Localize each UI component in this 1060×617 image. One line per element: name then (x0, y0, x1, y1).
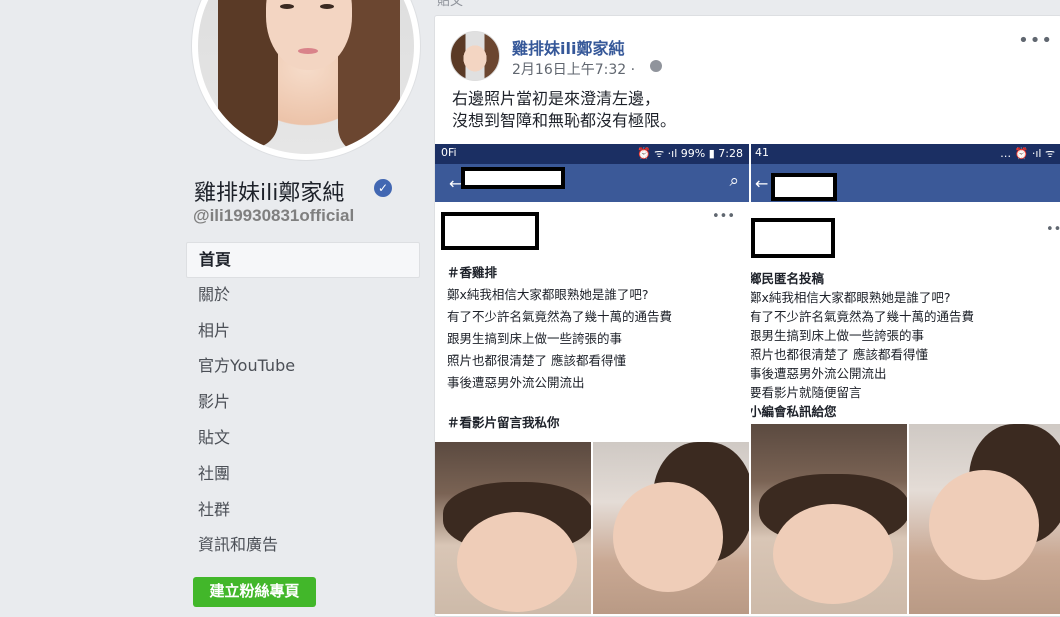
leaked-photo-left (435, 442, 591, 614)
screenshot-line: ＃香雞排 (447, 265, 498, 280)
screenshot-line: 鄭x純我相信大家都眼熟她是誰了吧? (751, 290, 951, 305)
status-bar-right-text: ⏰ ᯤ ·ıl 99% ▮ 7:28 (636, 147, 743, 160)
screenshot-line: 跟男生搞到床上做一些誇張的事 (751, 328, 925, 343)
screenshot-line: 有了不少許名氣竟然為了幾十萬的通告費 (751, 309, 975, 324)
nav-item-about[interactable]: 關於 (186, 278, 420, 314)
screenshot-line: 事後遭惡男外流公開流出 (751, 366, 887, 381)
photo-face (457, 512, 577, 612)
screenshot-line: 鄉民匿名投稿 (751, 271, 825, 286)
post-author-name[interactable]: 雞排妹ili鄭家純 (512, 35, 624, 59)
screenshot-line: 跟男生搞到床上做一些誇張的事 (447, 331, 623, 346)
leaked-photo-right (909, 424, 1060, 614)
post-text: 右邊照片當初是來澄清左邊， 沒想到智障和無恥都沒有極限。 (452, 89, 677, 130)
page-nav: 首頁 關於 相片 官方YouTube 影片 貼文 社團 社群 資訊和廣告 (186, 242, 420, 564)
back-arrow-icon: ← (755, 174, 769, 193)
profile-photo-lips (298, 48, 318, 54)
profile-picture[interactable] (192, 0, 420, 160)
screenshot-line: 照片也都很清楚了 應該都看得懂 (751, 347, 928, 362)
leaked-photo-right (593, 442, 749, 614)
screenshot-line: 小編會私訊給您 (751, 404, 837, 419)
post-options-icon[interactable]: ••• (1018, 30, 1053, 51)
screenshot-line: 事後遭惡男外流公開流出 (447, 375, 585, 390)
phone-status-bar: 0Fi ⏰ ᯤ ·ıl 99% ▮ 7:28 (435, 144, 749, 164)
nav-item-posts[interactable]: 貼文 (186, 421, 420, 457)
post-image-right[interactable]: 41 … ⏰ ·ıl ᯤ ← ••• 鄉民匿名投稿 鄭x純我相信大家都眼熟她是誰… (751, 144, 1060, 614)
page-name[interactable]: 雞排妹ili鄭家純 (194, 175, 344, 207)
nav-item-photos[interactable]: 相片 (186, 314, 420, 350)
redaction-box (461, 167, 565, 189)
screenshot-line: ＃看影片留言我私你 (447, 415, 560, 430)
search-icon: ⌕ (729, 171, 739, 191)
redaction-box (751, 218, 835, 258)
post-timestamp[interactable]: 2月16日上午7:32 · (512, 59, 635, 79)
nav-item-groups[interactable]: 社團 (186, 457, 420, 493)
nav-item-community[interactable]: 社群 (186, 493, 420, 529)
nav-item-youtube[interactable]: 官方YouTube (186, 349, 420, 385)
redaction-box (771, 173, 837, 201)
screenshot-line: 鄭x純我相信大家都眼熟她是誰了吧? (447, 287, 649, 302)
phone-status-bar: 41 … ⏰ ·ıl ᯤ (751, 144, 1060, 164)
screenshot-line: 有了不少許名氣竟然為了幾十萬的通告費 (447, 309, 673, 324)
photo-face (773, 504, 893, 604)
page-handle[interactable]: @ili19930831official (193, 206, 354, 226)
nav-item-info-and-ads[interactable]: 資訊和廣告 (186, 528, 420, 564)
nav-item-videos[interactable]: 影片 (186, 385, 420, 421)
nav-item-home[interactable]: 首頁 (186, 242, 420, 278)
post-card: 雞排妹ili鄭家純 2月16日上午7:32 · ••• 右邊照片當初是來澄清左邊… (434, 15, 1060, 617)
posts-section-label: 貼文 (437, 0, 464, 9)
photo-face (613, 482, 723, 592)
globe-icon (650, 60, 662, 72)
status-bar-right-text: … ⏰ ·ıl ᯤ (1000, 147, 1055, 160)
verified-badge-icon: ✓ (374, 179, 392, 197)
photo-face (929, 470, 1039, 580)
create-page-button[interactable]: 建立粉絲專頁 (193, 577, 316, 607)
post-image-left[interactable]: 0Fi ⏰ ᯤ ·ıl 99% ▮ 7:28 ← ⌕ ••• ＃香雞排 鄭x純我… (435, 144, 751, 614)
status-bar-left-text: 41 (755, 146, 769, 159)
profile-photo-eye (320, 4, 334, 9)
profile-photo (198, 0, 414, 154)
redaction-box (441, 212, 539, 250)
profile-photo-eye (280, 4, 294, 9)
screenshot-line: 要看影片就隨便留言 (751, 385, 862, 400)
screenshot-line: 照片也都很清楚了 應該都看得懂 (447, 353, 626, 368)
post-author-avatar[interactable] (450, 31, 500, 81)
post-options-icon: ••• (711, 209, 735, 224)
post-options-icon: ••• (1045, 222, 1060, 237)
status-bar-left-text: 0Fi (441, 146, 457, 159)
leaked-photo-left (751, 424, 907, 614)
